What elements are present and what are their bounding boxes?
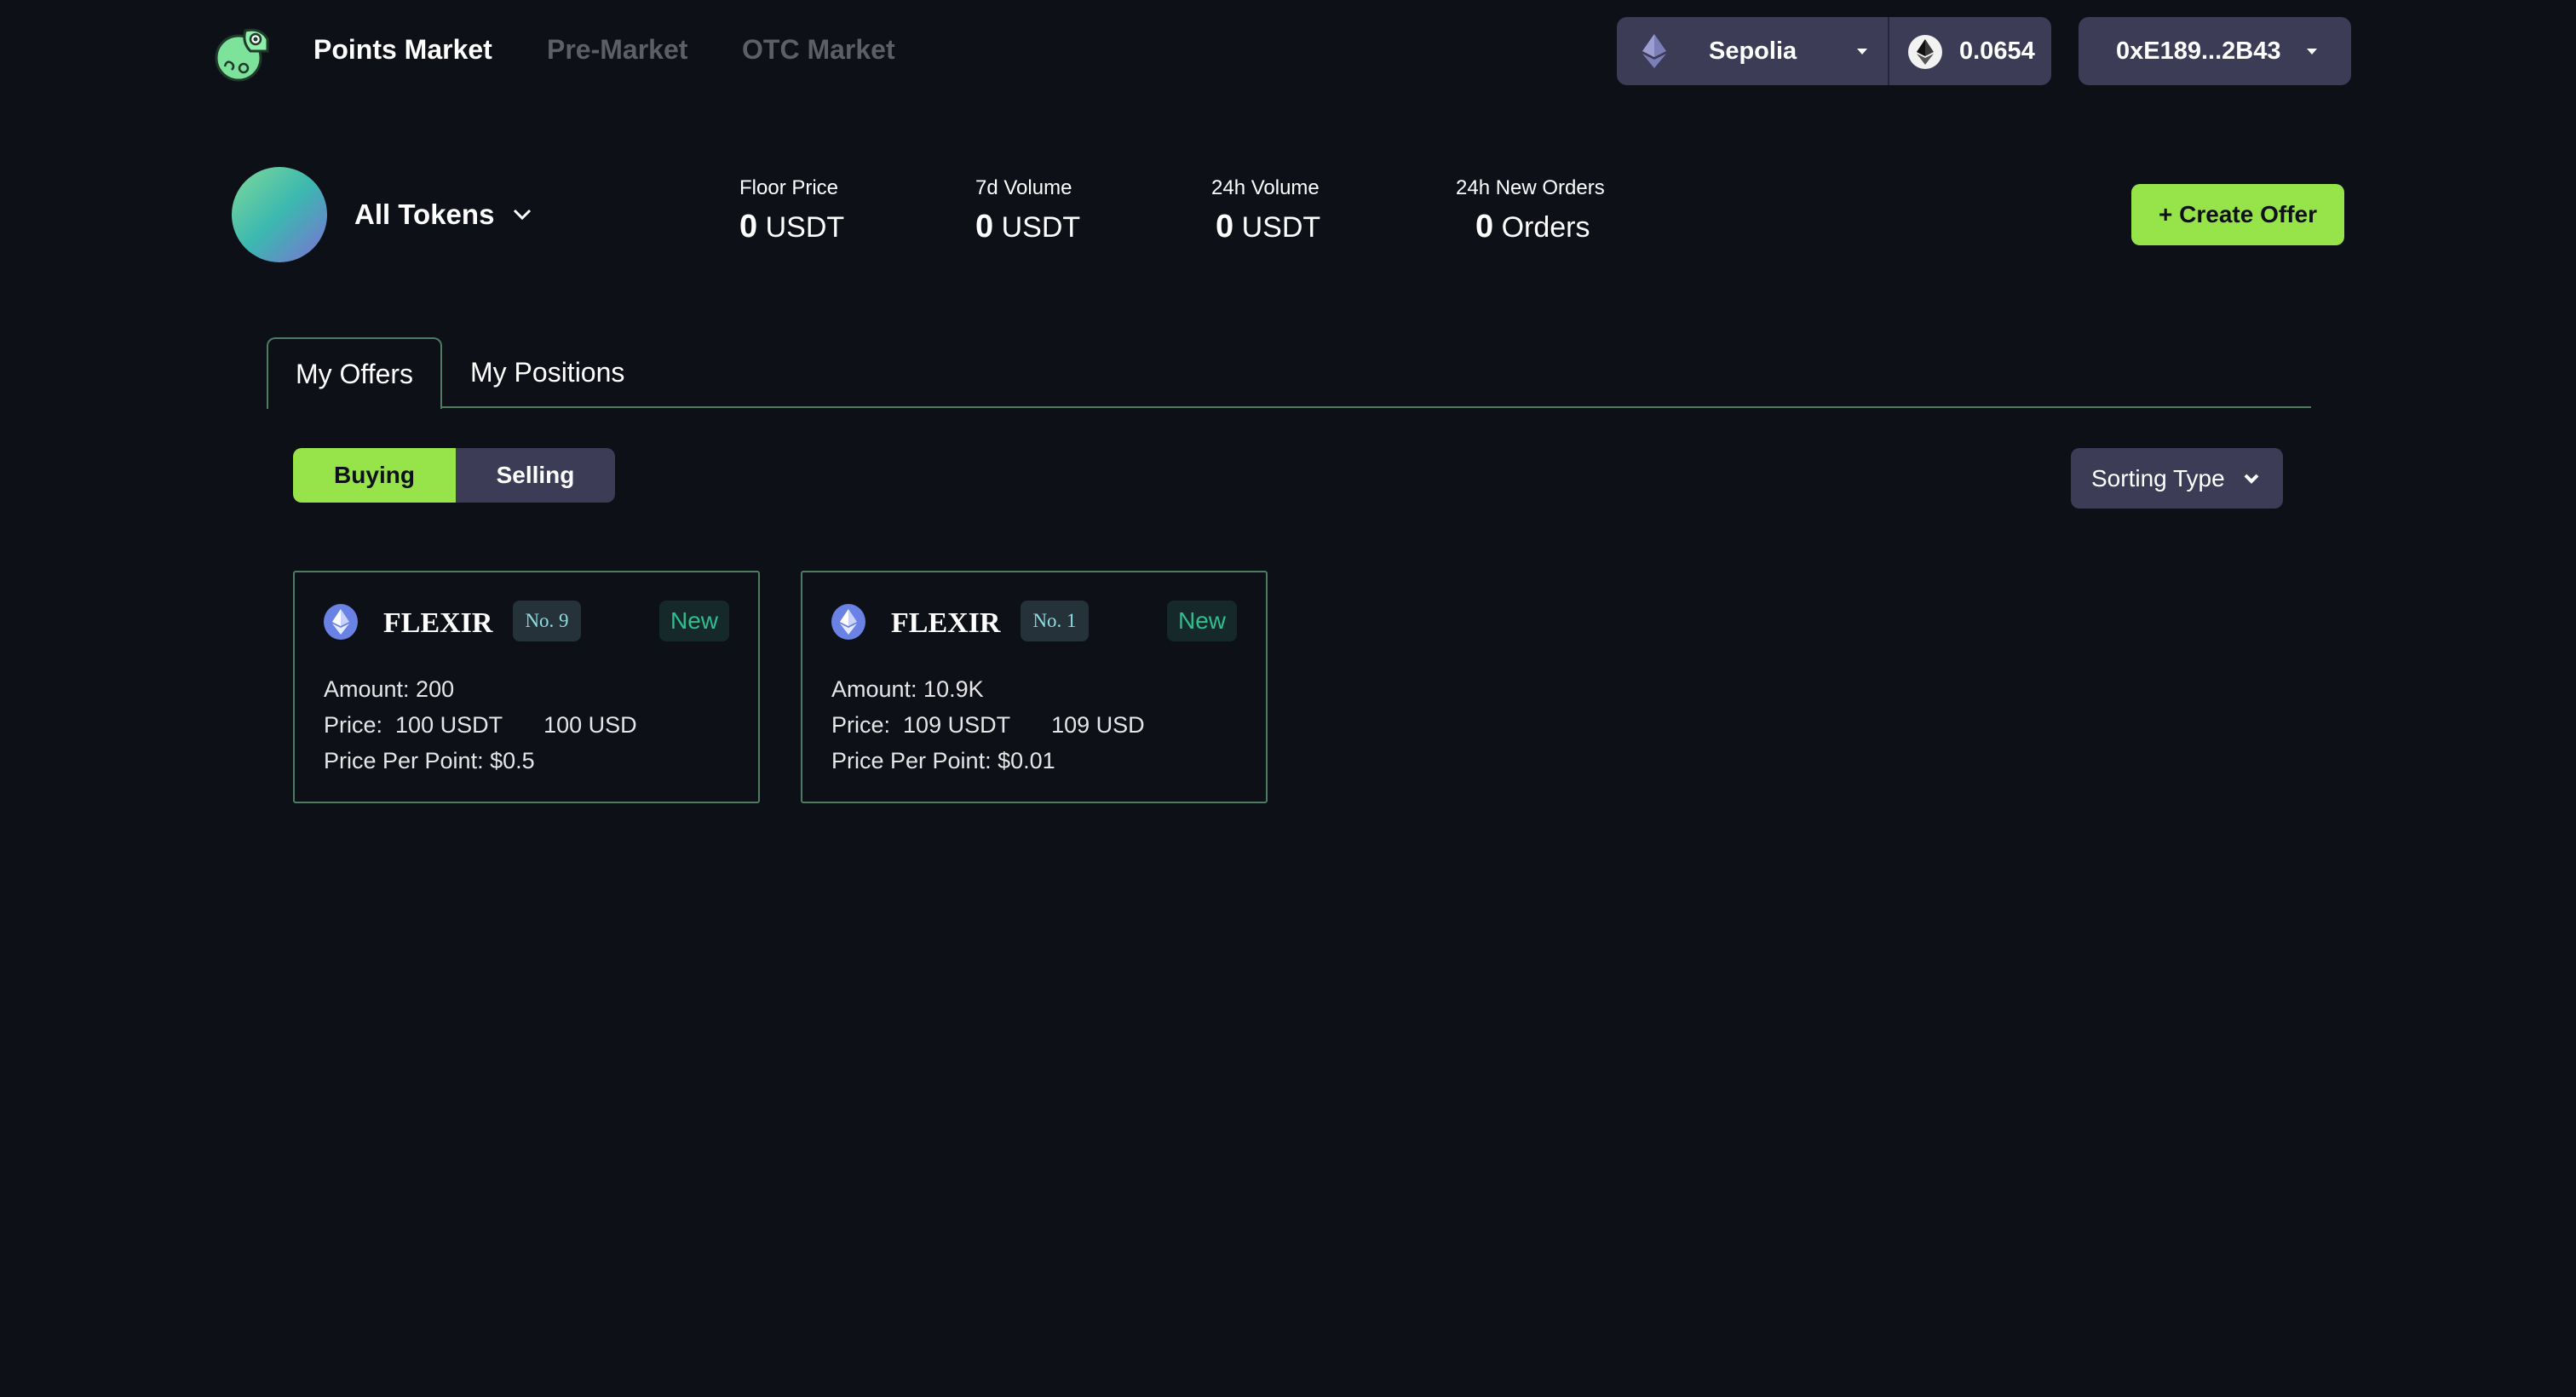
ethereum-icon [324, 604, 358, 640]
offer-price-per-point: Price Per Point: $0.5 [324, 748, 535, 773]
nav-pre-market[interactable]: Pre-Market [547, 32, 687, 66]
price-label: Price: [831, 712, 904, 738]
stat-floor-price: Floor Price 0 USDT [739, 174, 844, 246]
offer-details: Amount: 10.9K Price: 109 USDT 109 USD Pri… [831, 671, 1145, 779]
ethereum-icon [1908, 35, 1942, 69]
offer-number-badge: No. 1 [1021, 601, 1089, 641]
sorting-type-dropdown[interactable]: Sorting Type [2071, 448, 2283, 509]
buy-sell-toggle: Buying Selling [293, 448, 615, 503]
wallet-address-button[interactable]: 0xE189...2B43 [2079, 17, 2351, 85]
caret-down-icon [1857, 49, 1867, 55]
create-offer-button[interactable]: + Create Offer [2131, 184, 2344, 245]
wallet-address: 0xE189...2B43 [2116, 37, 2281, 65]
chevron-down-icon [2244, 474, 2259, 484]
stat-value: 0 USDT [975, 208, 1080, 246]
chameleon-logo-icon[interactable] [211, 22, 271, 82]
stat-label: 24h Volume [1211, 176, 1320, 199]
offer-price: Price: 109 USDT 109 USD [831, 707, 1145, 743]
network-name: Sepolia [1709, 37, 1797, 65]
offer-price-per-point: Price Per Point: $0.01 [831, 748, 1055, 773]
stat-label: 7d Volume [975, 176, 1072, 199]
offer-card[interactable]: FLEXIR No. 9 New Amount: 200 Price: 100 … [293, 571, 760, 803]
stat-24h-new-orders: 24h New Orders 0 Orders [1456, 174, 1605, 246]
offer-status-badge: New [1167, 601, 1237, 641]
offer-details: Amount: 200 Price: 100 USDT 100 USD Price… [324, 671, 637, 779]
stat-7d-volume: 7d Volume 0 USDT [975, 174, 1080, 246]
stat-24h-volume: 24h Volume 0 USDT [1211, 174, 1320, 246]
offer-token-name: FLEXIR [891, 607, 1001, 639]
offer-amount: Amount: 10.9K [831, 676, 984, 702]
ethereum-icon [831, 604, 865, 640]
price-label: Price: [324, 712, 396, 738]
offer-number-badge: No. 9 [513, 601, 581, 641]
stat-unit: USDT [1241, 211, 1321, 244]
stat-label: Floor Price [739, 176, 839, 199]
offer-status-badge: New [659, 601, 729, 641]
token-avatar [232, 167, 327, 262]
caret-down-icon [2307, 49, 2317, 55]
sorting-type-label: Sorting Type [2091, 464, 2225, 492]
stat-unit: USDT [1001, 211, 1081, 244]
nav-otc-market[interactable]: OTC Market [742, 32, 895, 66]
stat-unit: USDT [765, 211, 845, 244]
chevron-down-icon [514, 209, 532, 221]
segment-selling[interactable]: Selling [456, 448, 615, 503]
nav-points-market[interactable]: Points Market [313, 32, 492, 66]
stat-number: 0 [975, 209, 994, 244]
price-usd: 100 USD [543, 712, 637, 738]
offer-amount: Amount: 200 [324, 676, 455, 702]
stat-number: 0 [739, 209, 758, 244]
stat-value: 0 USDT [739, 208, 844, 246]
balance-display[interactable]: 0.0654 [1889, 17, 2051, 85]
stat-label: 24h New Orders [1456, 176, 1605, 199]
price-usd: 109 USD [1051, 712, 1145, 738]
token-selector[interactable]: All Tokens [354, 196, 532, 233]
price-usdt: 109 USDT [903, 712, 1011, 738]
token-selector-label: All Tokens [354, 198, 495, 230]
offer-card[interactable]: FLEXIR No. 1 New Amount: 10.9K Price: 10… [801, 571, 1268, 803]
stat-value: 0 USDT [1211, 208, 1320, 246]
network-wallet-pill: Sepolia 0.0654 [1617, 17, 2051, 85]
offer-token-name: FLEXIR [383, 607, 493, 639]
tab-my-positions[interactable]: My Positions [470, 337, 624, 408]
network-selector[interactable]: Sepolia [1617, 17, 1889, 85]
offer-price: Price: 100 USDT 100 USD [324, 707, 637, 743]
balance-value: 0.0654 [1959, 37, 2035, 65]
stat-unit: Orders [1501, 211, 1590, 244]
stat-number: 0 [1216, 209, 1234, 244]
price-usdt: 100 USDT [395, 712, 503, 738]
ethereum-icon [1642, 34, 1666, 68]
segment-buying[interactable]: Buying [293, 448, 456, 503]
stat-number: 0 [1475, 209, 1494, 244]
tab-my-offers[interactable]: My Offers [267, 337, 442, 409]
stat-value: 0 Orders [1456, 208, 1605, 246]
